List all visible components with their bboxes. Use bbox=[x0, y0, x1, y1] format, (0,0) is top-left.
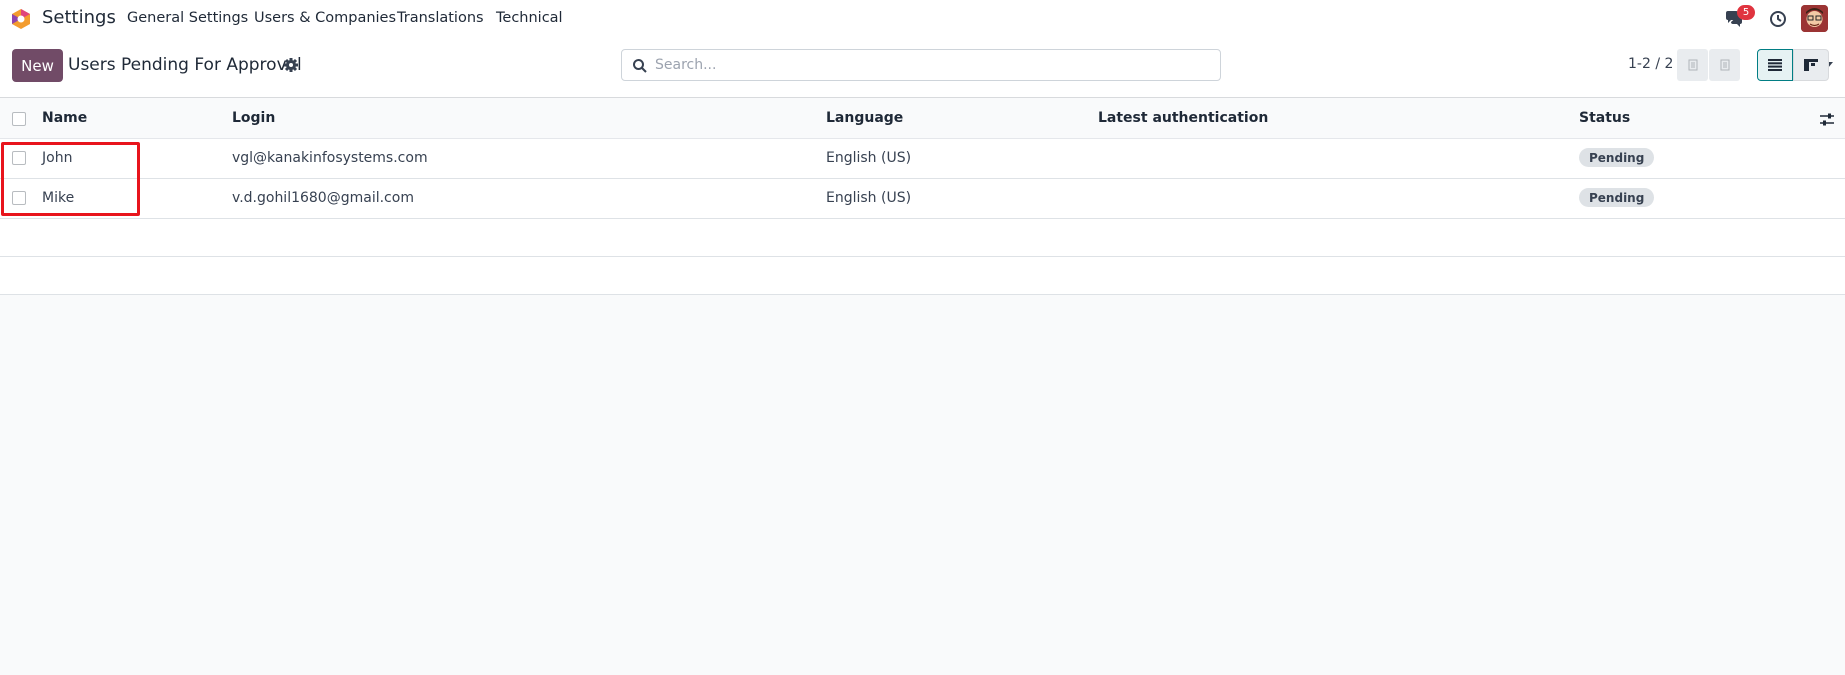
cell-language: English (US) bbox=[826, 190, 912, 206]
pager-next-button[interactable] bbox=[1709, 49, 1740, 81]
search-icon bbox=[633, 59, 647, 73]
new-button[interactable]: New bbox=[12, 49, 63, 82]
menu-users-companies[interactable]: Users & Companies bbox=[254, 10, 396, 26]
avatar-face-icon bbox=[1801, 5, 1828, 32]
cell-login: vgl@kanakinfosystems.com bbox=[232, 150, 428, 166]
gear-icon[interactable] bbox=[283, 57, 299, 73]
message-count-badge: 5 bbox=[1737, 5, 1755, 20]
clock-icon bbox=[1770, 11, 1786, 27]
search-input[interactable] bbox=[655, 54, 1200, 76]
list-view-button[interactable] bbox=[1757, 49, 1793, 81]
top-navbar: Settings General Settings Users & Compan… bbox=[0, 0, 1845, 38]
search-bar bbox=[621, 49, 1833, 81]
status-badge: Pending bbox=[1579, 188, 1655, 207]
cell-login: v.d.gohil1680@gmail.com bbox=[232, 190, 414, 206]
select-all-checkbox[interactable] bbox=[12, 112, 26, 126]
column-header-language[interactable]: Language bbox=[826, 110, 903, 126]
menu-translations[interactable]: Translations bbox=[397, 10, 484, 26]
list-view-icon bbox=[1768, 59, 1782, 71]
pager-previous-button[interactable] bbox=[1677, 49, 1708, 81]
menu-technical[interactable]: Technical bbox=[496, 10, 563, 26]
column-header-latest-authentication[interactable]: Latest authentication bbox=[1098, 110, 1268, 126]
cell-language: English (US) bbox=[826, 150, 912, 166]
empty-row bbox=[0, 257, 1845, 295]
optional-columns-icon[interactable] bbox=[1820, 113, 1834, 126]
control-panel: New Users Pending For Approval 1-2 / 2 bbox=[0, 38, 1845, 98]
page-title: Users Pending For Approval bbox=[68, 55, 302, 75]
menu-general-settings[interactable]: General Settings bbox=[127, 10, 248, 26]
table-row[interactable]: John vgl@kanakinfosystems.com English (U… bbox=[0, 139, 1845, 179]
highlight-box bbox=[1, 142, 140, 216]
column-header-name[interactable]: Name bbox=[42, 110, 87, 126]
odoo-logo-icon[interactable] bbox=[10, 8, 32, 30]
table-header: Name Login Language Latest authenticatio… bbox=[0, 99, 1845, 139]
empty-row bbox=[0, 219, 1845, 257]
table-row[interactable]: Mike v.d.gohil1680@gmail.com English (US… bbox=[0, 179, 1845, 219]
status-badge: Pending bbox=[1579, 148, 1655, 167]
user-avatar[interactable] bbox=[1801, 5, 1828, 32]
activities-button[interactable] bbox=[1767, 8, 1789, 30]
chevron-left-icon bbox=[1688, 59, 1697, 71]
chevron-right-icon bbox=[1720, 59, 1729, 71]
kanban-view-icon bbox=[1804, 59, 1818, 71]
column-header-login[interactable]: Login bbox=[232, 110, 275, 126]
pager-value[interactable]: 1-2 / 2 bbox=[1628, 56, 1673, 72]
app-name[interactable]: Settings bbox=[42, 7, 116, 28]
column-header-status[interactable]: Status bbox=[1579, 110, 1630, 126]
kanban-view-button[interactable] bbox=[1793, 49, 1829, 81]
